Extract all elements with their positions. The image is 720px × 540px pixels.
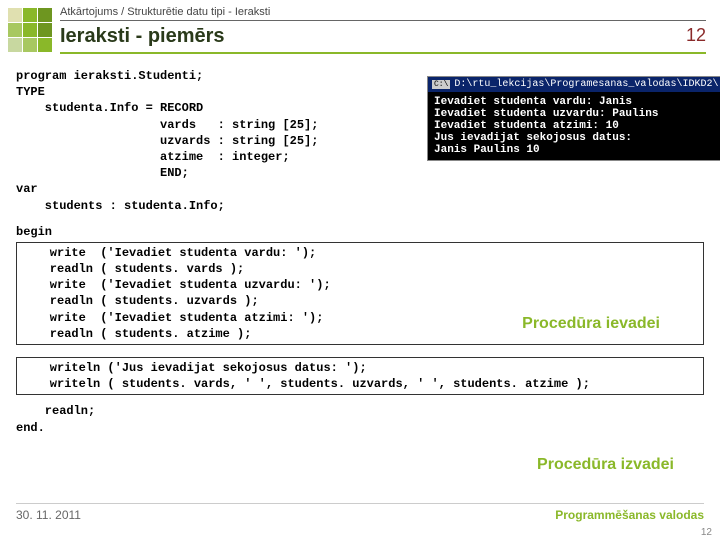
slide-footer: 30. 11. 2011 Programmēšanas valodas — [16, 503, 704, 522]
cmd-icon: C:\ — [432, 80, 450, 89]
console-path: D:\rtu_lekcijas\Programesanas_valodas\ID… — [454, 79, 718, 90]
breadcrumb: Atkārtojums / Strukturētie datu tipi - I… — [60, 6, 706, 21]
title-text: Ieraksti - piemērs — [60, 25, 225, 48]
logo-icon — [8, 8, 52, 52]
console-window: C:\ D:\rtu_lekcijas\Programesanas_valoda… — [427, 76, 720, 161]
annotation-input: Procedūra ievadei — [522, 315, 660, 333]
footer-date: 30. 11. 2011 — [16, 508, 81, 522]
console-titlebar: C:\ D:\rtu_lekcijas\Programesanas_valoda… — [428, 77, 720, 92]
code-output-block: writeln ('Jus ievadijat sekojosus datus:… — [16, 357, 704, 395]
code-tail: readln; end. — [16, 403, 704, 435]
slide-header: Atkārtojums / Strukturētie datu tipi - I… — [0, 0, 720, 54]
page-title: Ieraksti - piemērs 12 — [60, 21, 706, 54]
code-begin: begin — [16, 224, 704, 240]
annotation-output: Procedūra izvadei — [537, 456, 674, 474]
console-output: Ievadiet studenta vardu: Janis Ievadiet … — [428, 92, 720, 160]
footer-course: Programmēšanas valodas — [555, 508, 704, 522]
title-block: Atkārtojums / Strukturētie datu tipi - I… — [60, 6, 720, 54]
slide-number: 12 — [686, 25, 706, 48]
page-number: 12 — [701, 527, 712, 538]
